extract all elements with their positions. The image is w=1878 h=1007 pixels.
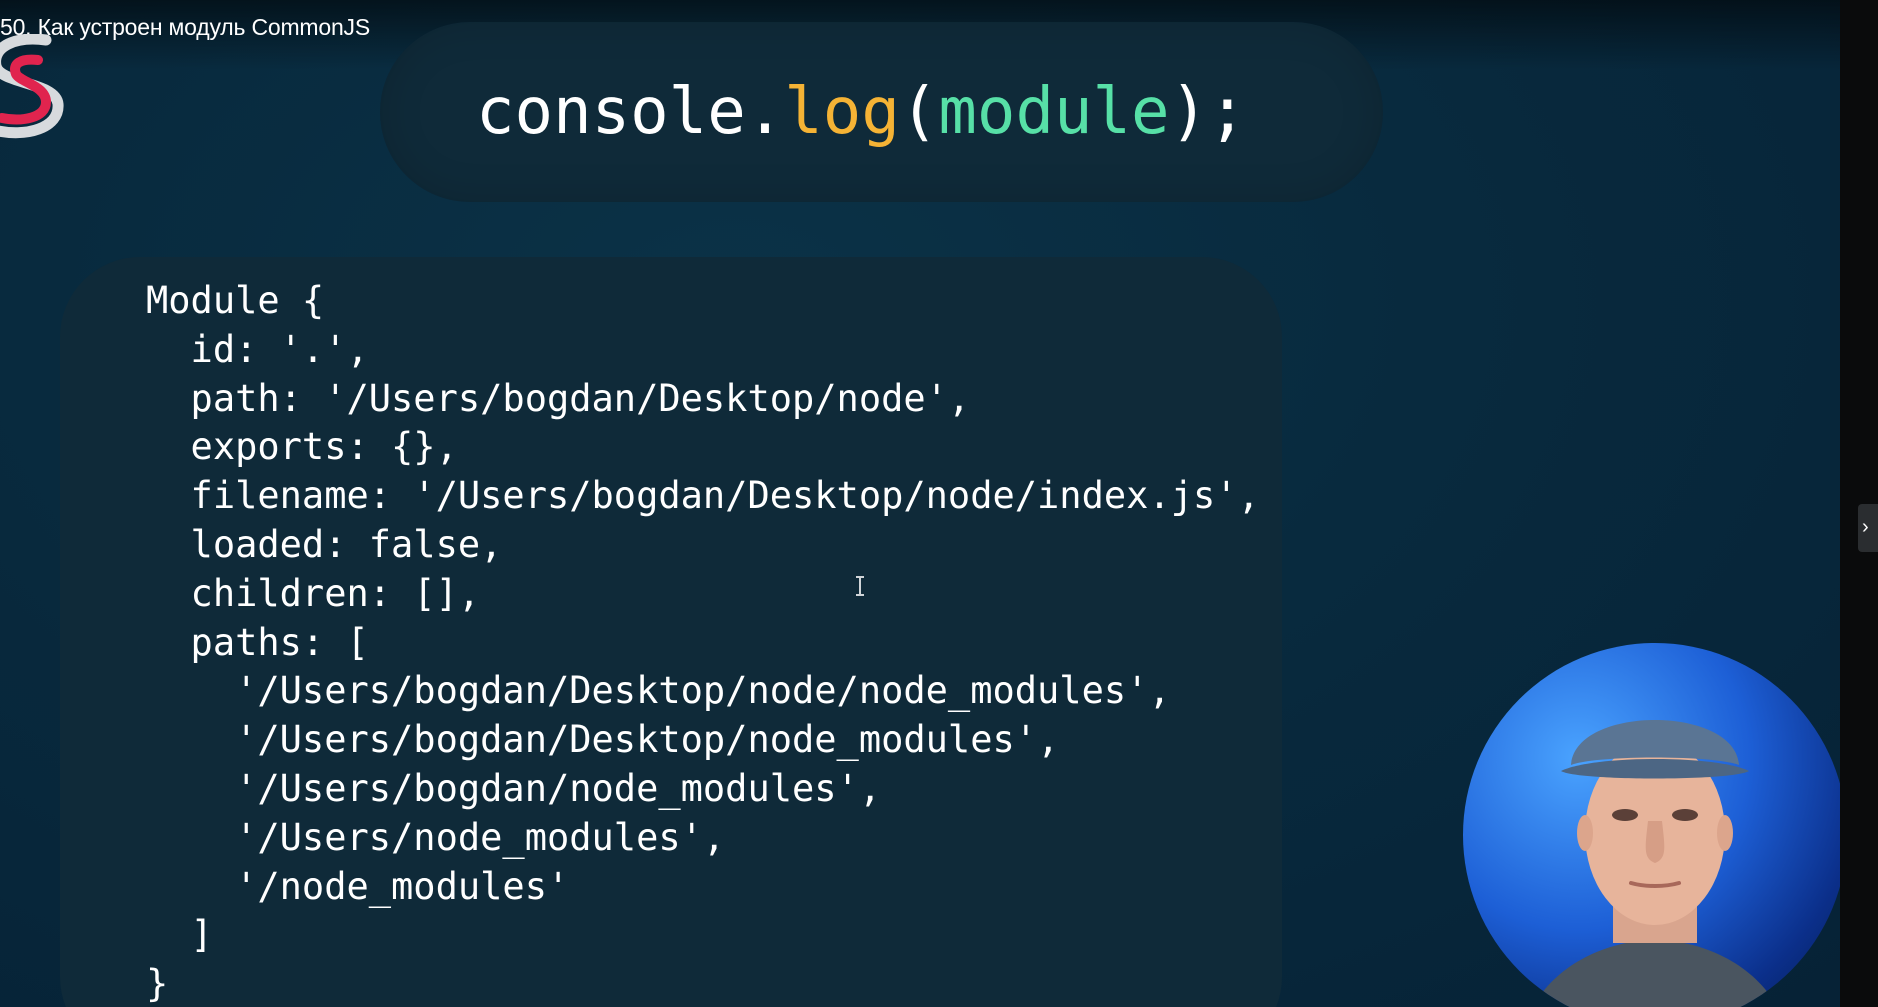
output-line: } <box>146 962 169 1006</box>
video-frame[interactable]: 50. Как устроен модуль CommonJS console.… <box>0 0 1840 1007</box>
code-token-plain: ( <box>899 75 939 149</box>
output-line: '/Users/bogdan/Desktop/node_modules', <box>146 718 1060 762</box>
output-line: ] <box>146 913 213 957</box>
text-cursor-icon <box>856 576 864 596</box>
console-output: Module { id: '.', path: '/Users/bogdan/D… <box>146 277 1260 1007</box>
output-line: Module { <box>146 279 325 322</box>
output-line: '/node_modules' <box>146 864 570 908</box>
output-line: paths: [ <box>146 620 369 664</box>
output-line: '/Users/bogdan/node_modules', <box>146 766 882 810</box>
output-line: '/Users/bogdan/Desktop/node/node_modules… <box>146 669 1171 713</box>
chevron-right-icon: › <box>1862 516 1869 538</box>
output-line: children: [], <box>146 571 481 615</box>
output-line: exports: {}, <box>146 425 458 469</box>
presenter-avatar <box>1532 720 1778 1007</box>
output-line: id: '.', <box>146 327 369 371</box>
output-line: loaded: false, <box>146 522 503 566</box>
code-token-plain: console. <box>476 75 785 149</box>
output-line: filename: '/Users/bogdan/Desktop/node/in… <box>146 474 1260 518</box>
code-snippet-pill: console.log(module); <box>380 22 1383 202</box>
code-token-fn: log <box>784 75 900 149</box>
code-token-plain: ); <box>1169 75 1247 149</box>
code-token-arg: module <box>938 75 1170 149</box>
console-log-statement: console.log(module); <box>476 72 1247 152</box>
output-line: '/Users/node_modules', <box>146 815 726 859</box>
presenter-webcam <box>1463 643 1840 1007</box>
side-panel-toggle[interactable]: › <box>1858 504 1878 552</box>
output-line: path: '/Users/bogdan/Desktop/node', <box>146 376 971 420</box>
console-output-card: Module { id: '.', path: '/Users/bogdan/D… <box>60 257 1282 1007</box>
channel-logo-icon <box>0 34 64 139</box>
